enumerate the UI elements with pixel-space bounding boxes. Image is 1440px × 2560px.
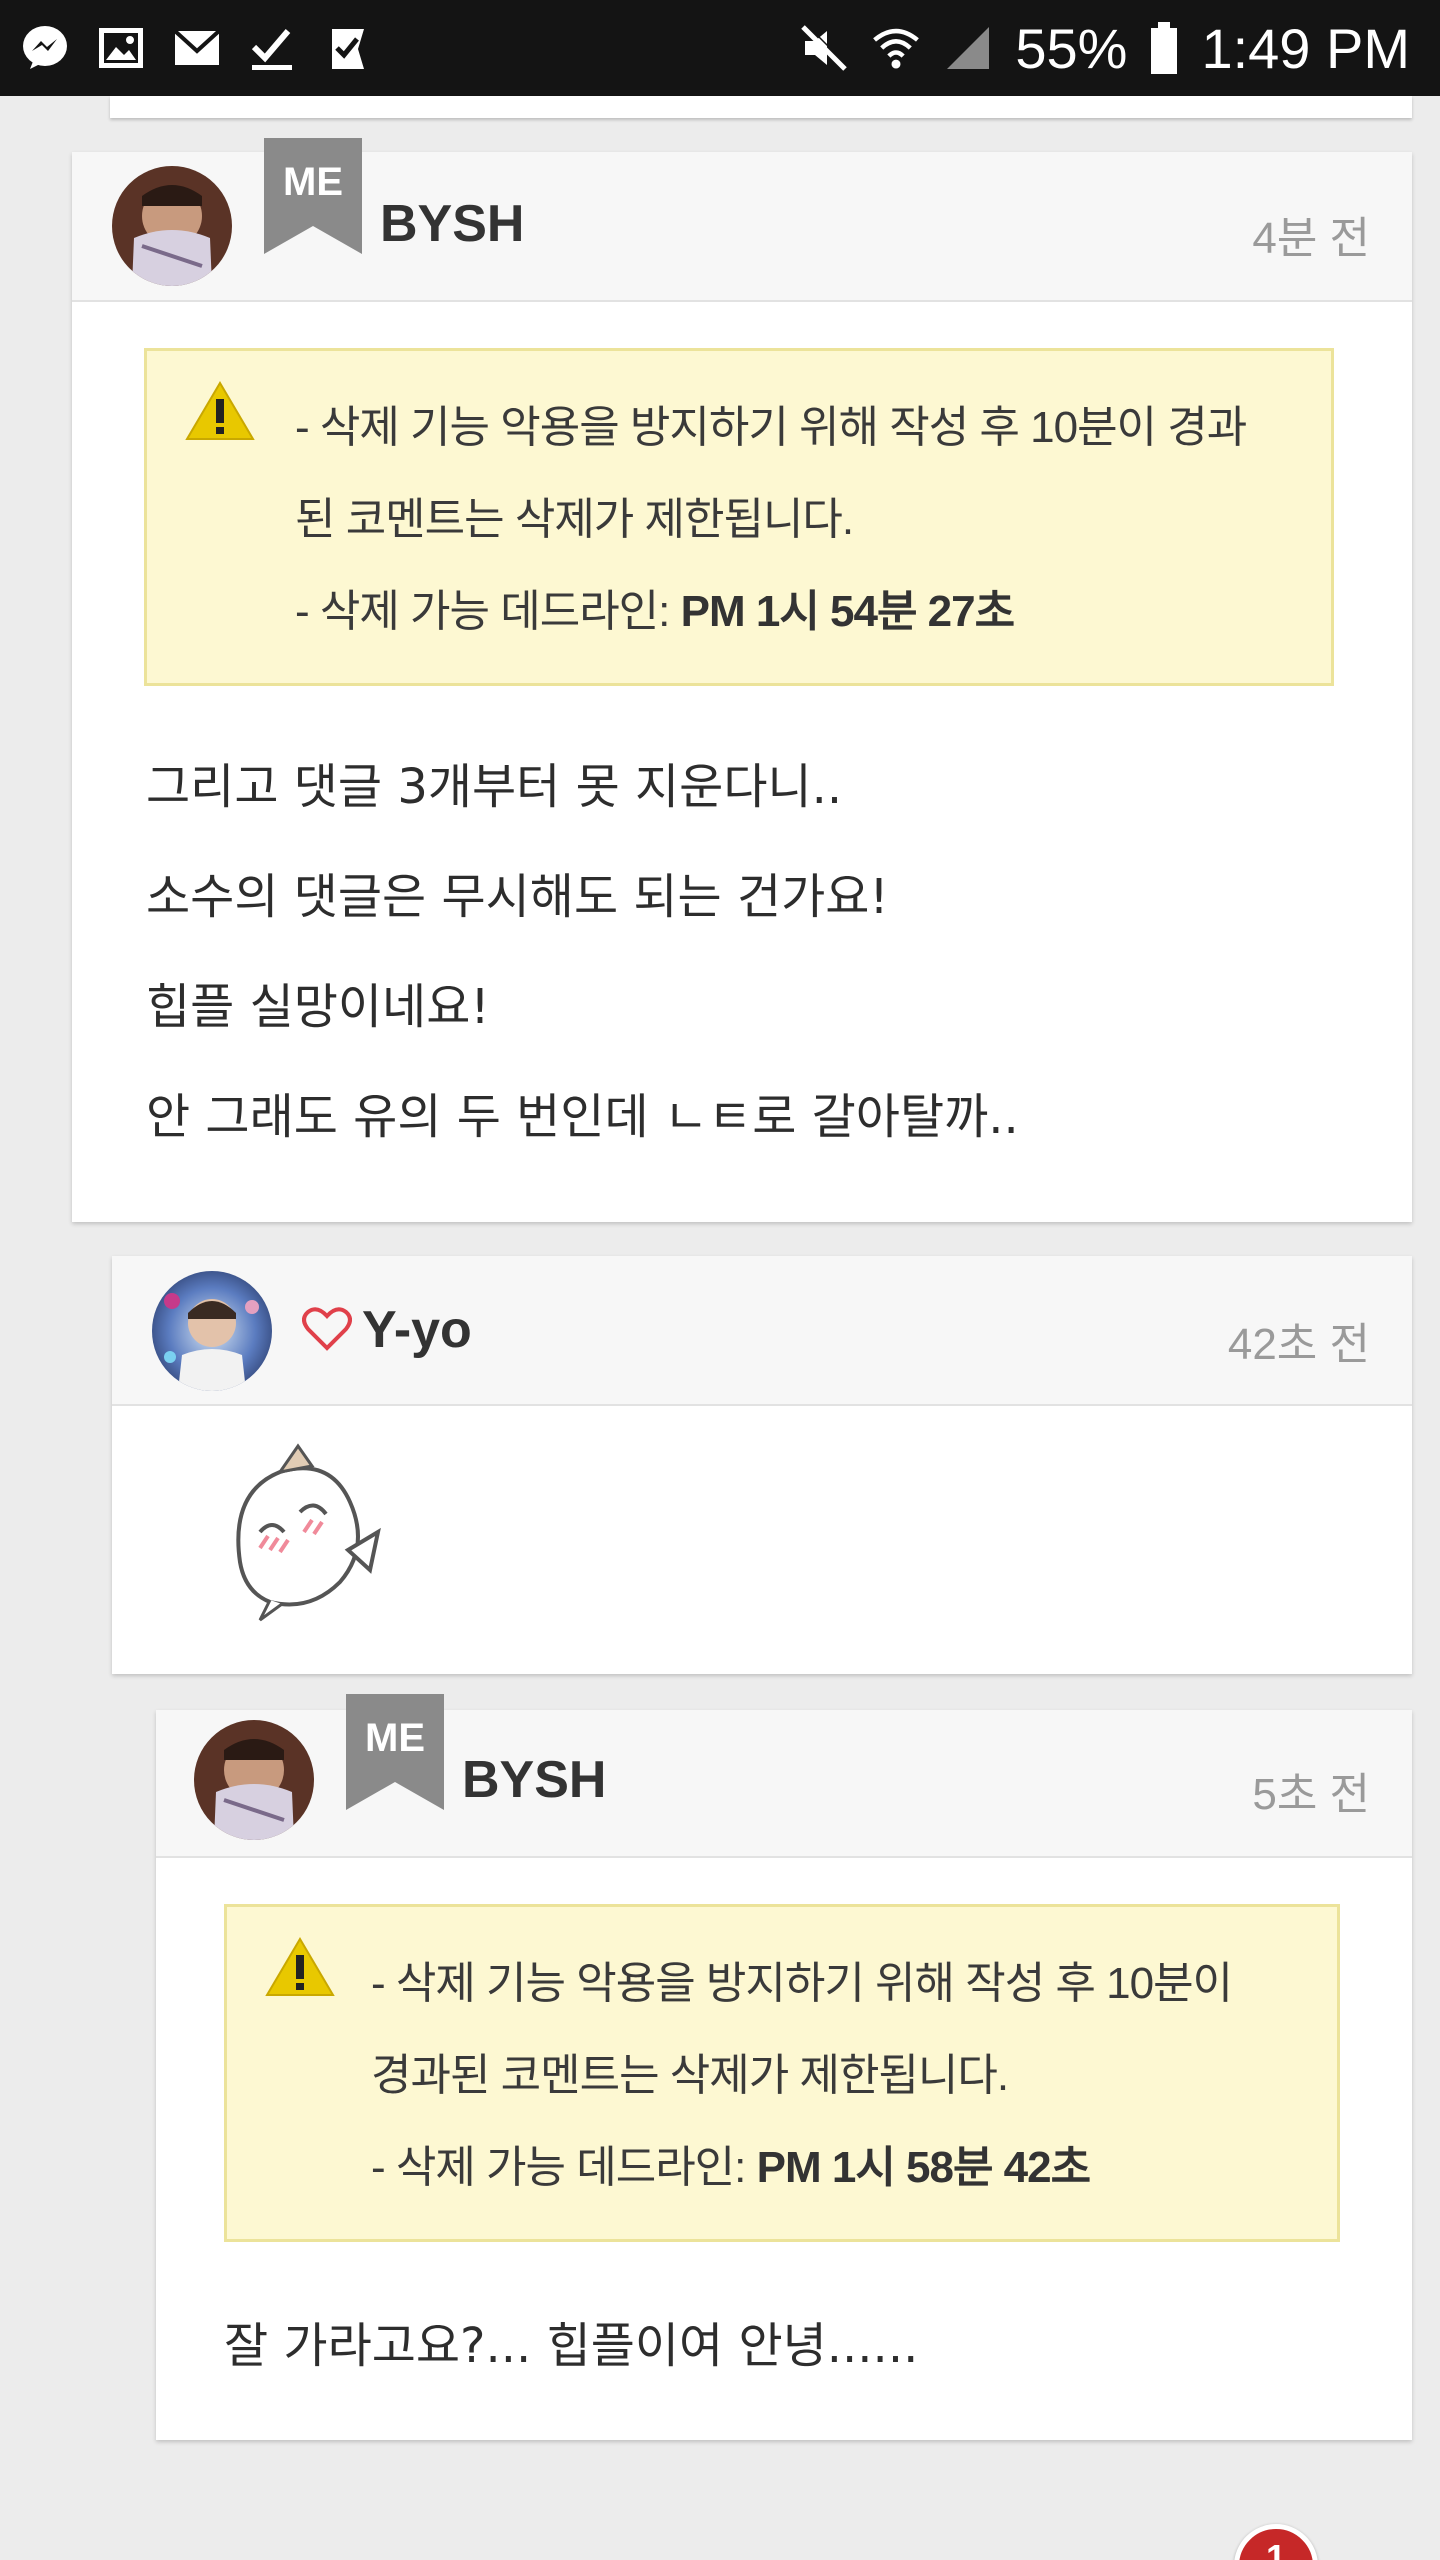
reply-card: Y-yo 42초 전 [112, 1256, 1412, 1674]
comment-header: Y-yo 42초 전 [112, 1256, 1412, 1406]
delete-restriction-notice: - 삭제 기능 악용을 방지하기 위해 작성 후 10분이 경과 된 코멘트는 … [144, 348, 1334, 686]
notice-line: - 삭제 기능 악용을 방지하기 위해 작성 후 10분이 경과 [295, 403, 1247, 452]
warning-icon [185, 381, 255, 440]
battery-percent: 55% [1015, 16, 1128, 80]
timestamp: 5초 전 [1252, 1770, 1370, 1819]
mail-icon [172, 23, 222, 73]
wifi-icon [871, 23, 921, 73]
task-icon [324, 23, 374, 73]
username[interactable]: BYSH [462, 1750, 606, 1810]
notice-deadline: - 삭제 가능 데드라인: PM 1시 54분 27초 [295, 587, 1015, 636]
sticker-image [200, 1432, 400, 1632]
username[interactable]: BYSH [380, 194, 524, 254]
messenger-icon [20, 23, 70, 73]
notification-badge[interactable]: 1 [1234, 2524, 1318, 2560]
signal-icon [943, 23, 993, 73]
avatar[interactable] [112, 166, 232, 286]
me-badge: ME [264, 138, 362, 254]
reply-card: ME BYSH 5초 전 - 삭제 기능 악용을 방지하기 위해 작성 후 10… [156, 1694, 1412, 2440]
deadline-value: PM 1시 58분 42초 [756, 2143, 1091, 2192]
heart-icon [302, 1307, 352, 1351]
timestamp: 42초 전 [1227, 1320, 1370, 1369]
deadline-value: PM 1시 54분 27초 [680, 587, 1015, 636]
avatar[interactable] [194, 1720, 314, 1840]
comment-text: 그리고 댓글 3개부터 못 지운다니.. [146, 759, 843, 815]
status-bar: 55% 1:49 PM [0, 0, 1440, 96]
comment-header: ME BYSH 5초 전 [156, 1694, 1412, 1858]
comment-card: ME BYSH 4분 전 - 삭제 기능 악용을 방지하기 위해 작성 후 10… [72, 138, 1412, 1222]
avatar[interactable] [152, 1271, 272, 1391]
username[interactable]: Y-yo [362, 1300, 472, 1360]
comment-text: 안 그래도 유의 두 번인데 ㄴㅌ로 갈아탈까.. [146, 1089, 1019, 1145]
comment-text: 힙플 실망이네요! [146, 979, 490, 1035]
delete-restriction-notice: - 삭제 기능 악용을 방지하기 위해 작성 후 10분이 경과된 코멘트는 삭… [224, 1904, 1340, 2242]
battery-icon [1149, 22, 1179, 74]
notice-line: 경과된 코멘트는 삭제가 제한됩니다. [371, 2051, 1009, 2100]
timestamp: 4분 전 [1252, 214, 1370, 263]
warning-icon [265, 1937, 335, 1996]
notice-line: 된 코멘트는 삭제가 제한됩니다. [295, 495, 854, 544]
comment-text: 잘 가라고요?... 힙플이여 안녕...... [224, 2318, 919, 2374]
comment-header: ME BYSH 4분 전 [72, 138, 1412, 302]
mute-icon [799, 23, 849, 73]
previous-comment-card [110, 96, 1412, 118]
check-icon [248, 23, 298, 73]
notice-line: - 삭제 기능 악용을 방지하기 위해 작성 후 10분이 [371, 1959, 1233, 2008]
notice-deadline: - 삭제 가능 데드라인: PM 1시 58분 42초 [371, 2143, 1091, 2192]
me-badge: ME [346, 1694, 444, 1810]
gallery-icon [96, 23, 146, 73]
comment-text: 소수의 댓글은 무시해도 되는 건가요! [146, 869, 889, 925]
clock: 1:49 PM [1201, 16, 1410, 80]
notification-count: 1 [1265, 2537, 1287, 2560]
